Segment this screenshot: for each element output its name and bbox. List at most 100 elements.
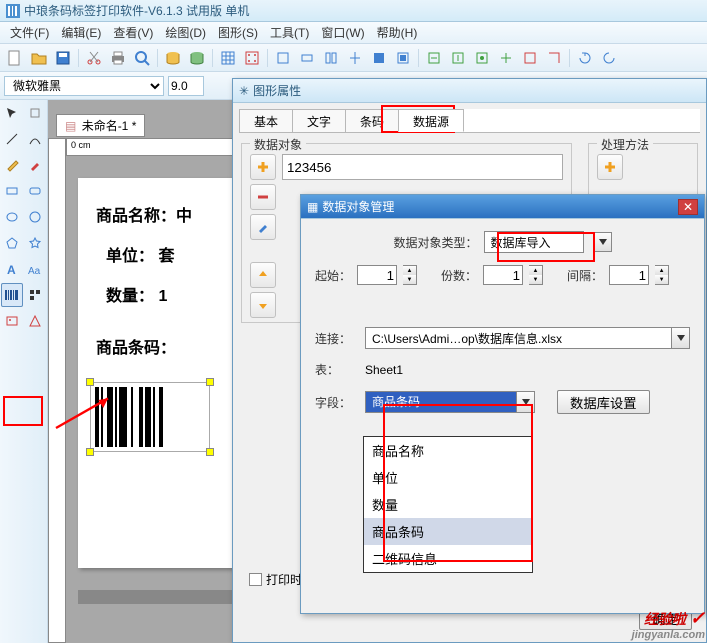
grid2-button[interactable] [241,47,263,69]
shape-tool[interactable] [25,309,47,333]
count-input[interactable] [483,265,523,285]
sel-handle-ne[interactable] [206,378,214,386]
type-dropdown-button[interactable] [594,232,612,252]
rot2-button[interactable] [598,47,620,69]
connect-combo[interactable]: C:\Users\Admi…op\数据库信息.xlsx [365,327,690,349]
db-settings-button[interactable]: 数据库设置 [557,390,650,414]
sel-handle-se[interactable] [206,448,214,456]
align4-button[interactable] [344,47,366,69]
count-spinner[interactable]: ▲▼ [529,265,543,285]
dialog2-titlebar[interactable]: ▦ 数据对象管理 ✕ [301,195,704,219]
richtext-tool[interactable]: Aa [25,257,47,281]
menu-file[interactable]: 文件(F) [4,22,55,43]
hand-tool[interactable] [25,101,47,125]
save-button[interactable] [52,47,74,69]
menu-view[interactable]: 查看(V) [107,22,159,43]
menu-window[interactable]: 窗口(W) [315,22,370,43]
sel-handle-sw[interactable] [86,448,94,456]
tab-basic[interactable]: 基本 [239,109,293,132]
database-button[interactable] [162,47,184,69]
tab-text[interactable]: 文字 [292,109,346,132]
align6-button[interactable] [392,47,414,69]
font-family-select[interactable]: 微软雅黑 [4,76,164,96]
move-up-button[interactable] [250,262,276,288]
snap1-button[interactable] [423,47,445,69]
field-dropdown-list[interactable]: 商品名称 单位 数量 商品条码 二维码信息 [363,436,533,573]
field-option-0[interactable]: 商品名称 [364,437,532,464]
open-button[interactable] [28,47,50,69]
label-barcode-label[interactable]: 商品条码： [96,334,176,358]
document-tab[interactable]: ▤ 未命名-1 * [56,114,145,137]
close-button[interactable]: ✕ [678,199,698,215]
snap4-button[interactable] [495,47,517,69]
menu-edit[interactable]: 编辑(E) [55,22,107,43]
ellipse-tool[interactable] [1,205,23,229]
print-save-checkbox[interactable] [249,573,262,586]
barcode-tool[interactable] [1,283,23,307]
connect-dropdown-button[interactable] [671,328,689,348]
menu-help[interactable]: 帮助(H) [371,22,424,43]
interval-spinner[interactable]: ▲▼ [655,265,669,285]
remove-data-button[interactable] [250,184,276,210]
qrcode-tool[interactable] [25,283,46,307]
edit-data-button[interactable] [250,214,276,240]
label-product-name[interactable]: 商品名称：中 [96,202,192,226]
image-tool[interactable] [1,309,23,333]
db2-button[interactable] [186,47,208,69]
circle-tool[interactable] [25,205,47,229]
new-button[interactable] [4,47,26,69]
move-down-button[interactable] [250,292,276,318]
rect-tool[interactable] [1,179,23,203]
field-option-2[interactable]: 数量 [364,491,532,518]
menu-tool[interactable]: 工具(T) [264,22,315,43]
group-method-title: 处理方法 [597,136,653,153]
pointer-tool[interactable] [1,101,23,125]
tab-datasource[interactable]: 数据源 [398,109,464,132]
snap2-button[interactable] [447,47,469,69]
add-data-button[interactable] [250,154,276,180]
menu-shape[interactable]: 图形(S) [212,22,264,43]
dialog1-titlebar[interactable]: ✳ 图形属性 [233,79,706,103]
data-value-input[interactable] [282,154,563,180]
curve-tool[interactable] [25,127,47,151]
snap5-button[interactable] [519,47,541,69]
field-option-1[interactable]: 单位 [364,464,532,491]
roundrect-tool[interactable] [25,179,47,203]
text-tool[interactable]: A [1,257,23,281]
polygon-tool[interactable] [1,231,23,255]
label-qty[interactable]: 数量： 1 [106,282,167,306]
snap6-button[interactable] [543,47,565,69]
sel-handle-nw[interactable] [86,378,94,386]
barcode-object[interactable] [90,382,210,452]
star-tool[interactable] [25,231,47,255]
align3-button[interactable] [320,47,342,69]
field-dropdown-button[interactable] [516,392,534,412]
print-button[interactable] [107,47,129,69]
brush-tool[interactable] [25,153,47,177]
field-option-4[interactable]: 二维码信息 [364,545,532,572]
start-input[interactable] [357,265,397,285]
label-canvas[interactable]: 商品名称：中 单位： 套 数量： 1 商品条码： [78,178,258,568]
grid-button[interactable] [217,47,239,69]
rot1-button[interactable] [574,47,596,69]
font-size-input[interactable] [168,76,204,96]
type-combo[interactable]: 数据库导入 [484,231,584,253]
method-add-button[interactable] [597,154,623,180]
line-tool[interactable] [1,127,23,151]
menubar: 文件(F) 编辑(E) 查看(V) 绘图(D) 图形(S) 工具(T) 窗口(W… [0,22,707,44]
scrollbar-h[interactable] [78,590,248,604]
cut-button[interactable] [83,47,105,69]
label-unit[interactable]: 单位： 套 [106,242,174,266]
align5-button[interactable] [368,47,390,69]
snap3-button[interactable] [471,47,493,69]
align1-button[interactable] [272,47,294,69]
field-combo[interactable]: 商品条码 [365,391,535,413]
menu-draw[interactable]: 绘图(D) [159,22,212,43]
pen-tool[interactable] [1,153,23,177]
align2-button[interactable] [296,47,318,69]
tab-barcode[interactable]: 条码 [345,109,399,132]
preview-button[interactable] [131,47,153,69]
start-spinner[interactable]: ▲▼ [403,265,417,285]
interval-input[interactable] [609,265,649,285]
field-option-3[interactable]: 商品条码 [364,518,532,545]
